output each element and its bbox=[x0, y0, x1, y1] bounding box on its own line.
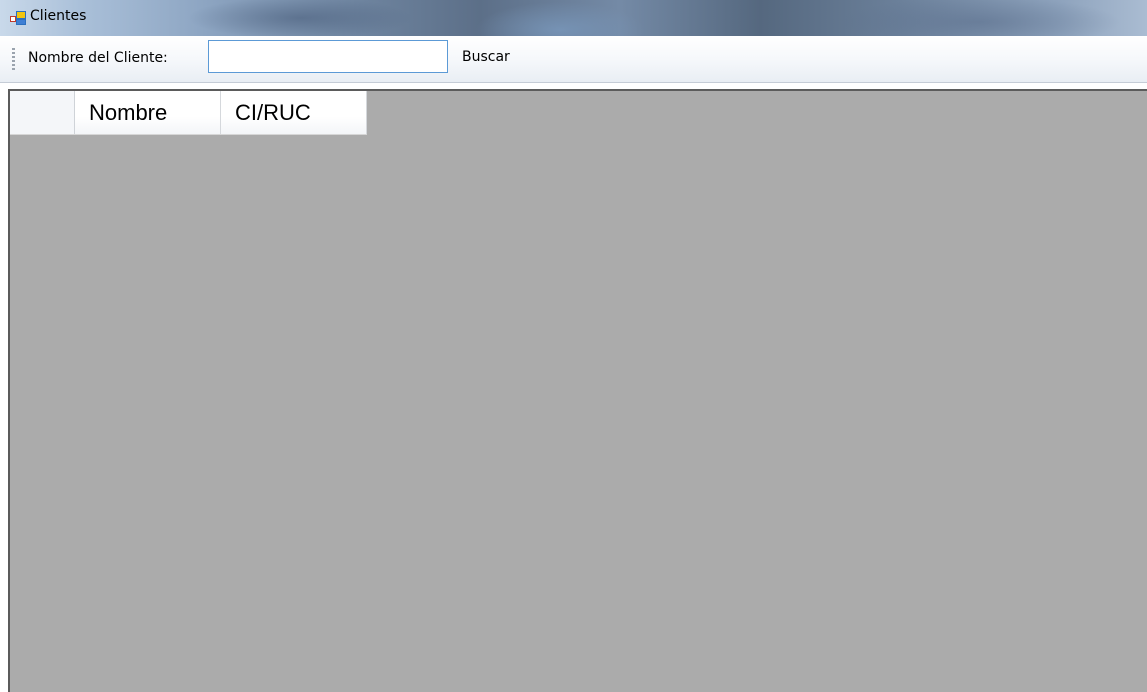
clients-grid[interactable]: Nombre CI/RUC bbox=[8, 89, 1147, 692]
title-bar[interactable]: Clientes bbox=[0, 0, 1147, 36]
clientes-window: Clientes Nombre del Cliente: Buscar Nomb… bbox=[0, 0, 1147, 692]
row-header-corner[interactable] bbox=[10, 91, 75, 134]
client-name-input[interactable] bbox=[208, 40, 448, 73]
grid-header: Nombre CI/RUC bbox=[10, 91, 367, 135]
toolbar-grip[interactable] bbox=[12, 48, 15, 70]
window-title: Clientes bbox=[30, 8, 87, 24]
app-form-icon bbox=[10, 11, 26, 25]
client-name-label: Nombre del Cliente: bbox=[28, 50, 168, 66]
column-header-ci-ruc[interactable]: CI/RUC bbox=[221, 91, 367, 134]
search-button[interactable]: Buscar bbox=[456, 44, 516, 70]
toolbar: Nombre del Cliente: Buscar bbox=[0, 36, 1147, 83]
column-header-nombre[interactable]: Nombre bbox=[75, 91, 221, 134]
